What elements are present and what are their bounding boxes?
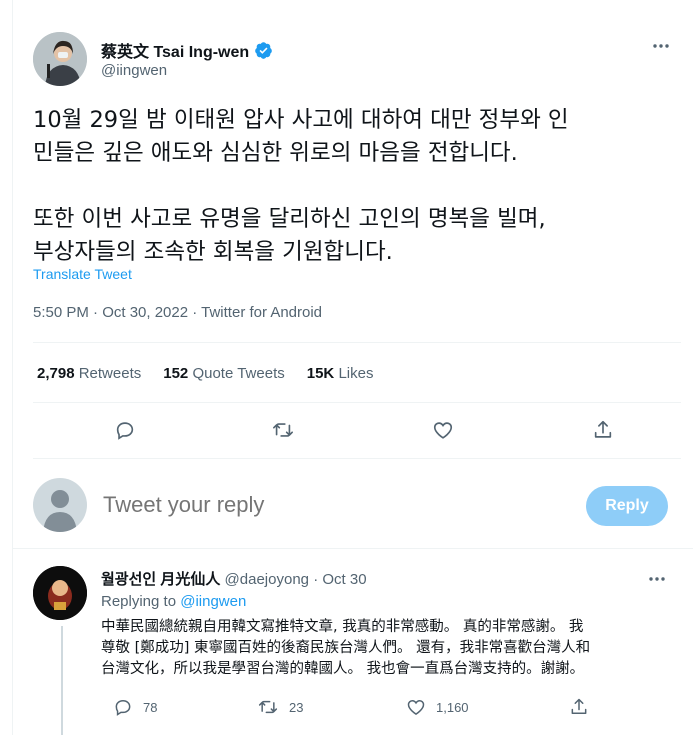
translate-tweet-link[interactable]: Translate Tweet: [33, 266, 132, 282]
reply-count: 78: [143, 699, 158, 715]
replying-to-label: Replying to: [101, 593, 177, 610]
like-icon[interactable]: [426, 413, 460, 447]
author-name[interactable]: 蔡英文 Tsai Ing-wen: [101, 38, 249, 62]
divider: [33, 342, 681, 343]
thread-line: [61, 626, 63, 735]
divider: [33, 402, 681, 403]
more-options-icon[interactable]: [646, 568, 668, 590]
retweets-stat[interactable]: 2,798 Retweets: [37, 365, 141, 382]
replying-to: Replying to @iingwen: [101, 593, 246, 610]
reply-input[interactable]: [103, 492, 503, 518]
tweet-timestamp[interactable]: 5:50 PM · Oct 30, 2022 · Twitter for And…: [33, 304, 322, 321]
separator-dot: ·: [313, 571, 319, 588]
divider: [13, 548, 693, 549]
likes-stat[interactable]: 15K Likes: [307, 365, 374, 382]
main-tweet-header: 蔡英文 Tsai Ing-wen @iingwen: [33, 32, 673, 88]
divider: [33, 458, 681, 459]
reply-icon[interactable]: [108, 413, 142, 447]
quotes-count: 152: [163, 365, 189, 382]
tweet-text-line: 10월 29일 밤 이태원 압사 사고에 대하여 대만 정부와 인: [33, 107, 569, 133]
tweet-text-line: 부상자들의 조속한 회복을 기원합니다.: [33, 239, 393, 265]
reply-header: 월광선인 月光仙人 @daejoyong · Oct 30: [101, 568, 367, 589]
reply-text-line: 台灣文化，所以我是學習台灣的韓國人。 我也會一直爲台灣支持的。謝謝。: [101, 661, 585, 677]
quote-tweets-stat[interactable]: 152 Quote Tweets: [163, 365, 284, 382]
tweet-text-line: 또한 이번 사고로 유명을 달리하신 고인의 명복을 빌며,: [33, 206, 546, 232]
reply-date[interactable]: Oct 30: [322, 571, 366, 588]
reply-share-button[interactable]: [569, 697, 589, 717]
reply-author-handle[interactable]: @daejoyong: [225, 571, 309, 588]
reply-author-name[interactable]: 월광선인 月光仙人: [101, 571, 220, 588]
retweets-count: 2,798: [37, 365, 75, 382]
tweet-detail-panel: 蔡英文 Tsai Ing-wen @iingwen 10월 29일 밤 이태원 …: [12, 0, 693, 735]
reply-text: 中華民國總統親自用韓文寫推特文章, 我真的非常感動。 真的非常感謝。 我 尊敬 …: [101, 617, 671, 680]
reply-retweet-button[interactable]: 23: [257, 697, 303, 717]
like-icon: [407, 699, 425, 715]
quotes-label: Quote Tweets: [192, 365, 285, 382]
replying-to-mention[interactable]: @iingwen: [180, 593, 246, 610]
retweet-count: 23: [289, 699, 304, 715]
share-icon: [571, 698, 587, 714]
reply-text-line: 中華民國總統親自用韓文寫推特文章, 我真的非常感動。 真的非常感謝。 我: [101, 619, 584, 635]
like-count: 1,160: [436, 699, 469, 715]
retweet-icon[interactable]: [266, 413, 300, 447]
tweet-text-line: 민들은 깊은 애도와 심심한 위로의 마음을 전합니다.: [33, 140, 518, 166]
author-handle[interactable]: @iingwen: [101, 62, 167, 79]
reply-author-avatar[interactable]: [33, 566, 87, 620]
reply-composer: Reply: [13, 462, 693, 548]
reply-actions: 78 23 1,160: [101, 697, 601, 719]
tweet-text: 10월 29일 밤 이태원 압사 사고에 대하여 대만 정부와 인 민들은 깊은…: [33, 104, 673, 269]
likes-label: Likes: [338, 365, 374, 382]
more-options-icon[interactable]: [649, 34, 673, 58]
author-avatar[interactable]: [33, 32, 87, 86]
reply-button[interactable]: Reply: [586, 486, 668, 526]
user-avatar[interactable]: [33, 478, 87, 532]
verified-badge-icon: [255, 41, 272, 59]
retweets-label: Retweets: [78, 365, 142, 382]
likes-count: 15K: [306, 365, 335, 382]
share-icon[interactable]: [586, 413, 620, 447]
tweet-actions: [33, 413, 681, 447]
retweet-icon: [258, 700, 278, 714]
tweet-stats: 2,798 Retweets 152 Quote Tweets 15K Like…: [37, 365, 373, 382]
reply-text-line: 尊敬 [鄭成功] 東寧國百姓的後裔民族台灣人們。 還有，我非常喜歡台灣人和: [101, 640, 591, 656]
reply-icon: [115, 699, 131, 716]
reply-like-button[interactable]: 1,160: [406, 697, 469, 717]
reply-reply-button[interactable]: 78: [113, 697, 157, 717]
author-name-row: 蔡英文 Tsai Ing-wen: [101, 38, 273, 62]
